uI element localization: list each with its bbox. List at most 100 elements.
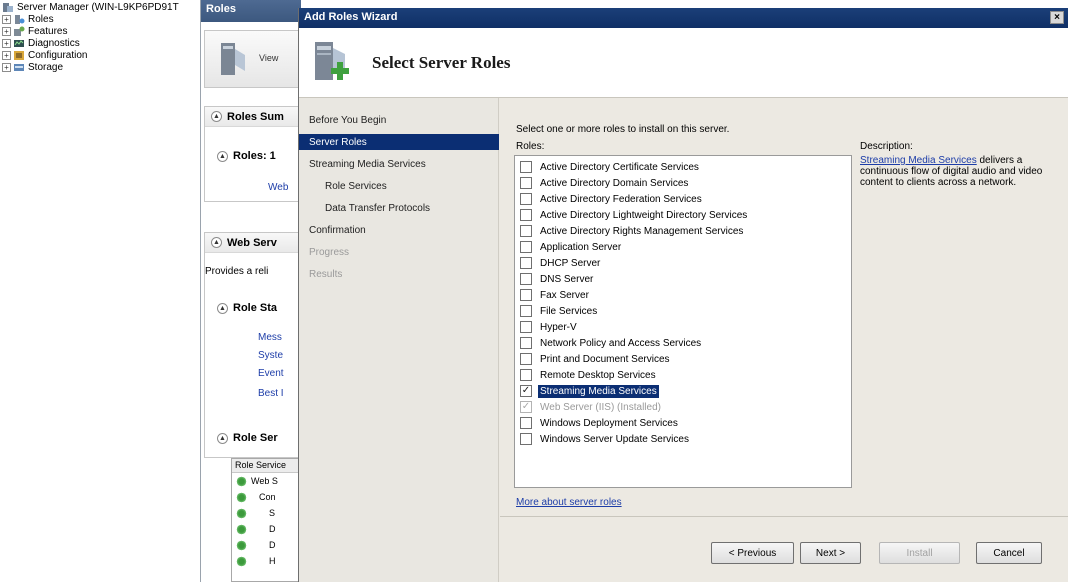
- role-ad-federation-services[interactable]: Active Directory Federation Services: [520, 191, 704, 207]
- role-label: DNS Server: [540, 273, 594, 285]
- features-icon: [14, 26, 25, 36]
- expand-icon[interactable]: +: [2, 14, 11, 24]
- checkbox[interactable]: [520, 241, 532, 253]
- description-link[interactable]: Streaming Media Services: [860, 155, 977, 166]
- role-dns-server[interactable]: DNS Server: [520, 271, 595, 287]
- status-link-events[interactable]: Event: [258, 368, 284, 379]
- role-services-header[interactable]: ▲ Role Ser: [211, 428, 301, 448]
- step-role-services[interactable]: Role Services: [325, 178, 499, 194]
- role-label: Windows Server Update Services: [540, 433, 689, 445]
- checkbox[interactable]: [520, 305, 532, 317]
- tree-item-diagnostics[interactable]: + Diagnostics: [2, 37, 80, 49]
- more-about-server-roles-link[interactable]: More about server roles: [516, 497, 622, 508]
- role-label: Streaming Media Services: [538, 384, 659, 398]
- checkbox[interactable]: [520, 225, 532, 237]
- checkbox[interactable]: [520, 161, 532, 173]
- step-data-transfer-protocols[interactable]: Data Transfer Protocols: [325, 200, 499, 216]
- roles-count-header[interactable]: ▲ Roles: 1: [211, 146, 301, 166]
- roles-icon: [15, 14, 25, 24]
- web-server-label: Web Serv: [227, 236, 277, 249]
- checkbox[interactable]: [520, 177, 532, 189]
- role-print-document-services[interactable]: Print and Document Services: [520, 351, 672, 367]
- role-label: Active Directory Certificate Services: [540, 161, 699, 173]
- checkbox-checked-disabled: ✓: [520, 401, 532, 413]
- collapse-icon[interactable]: ▲: [217, 432, 228, 444]
- grid-cell: H: [269, 556, 276, 566]
- collapse-icon[interactable]: ▲: [217, 150, 228, 162]
- grid-cell: Web S: [251, 476, 278, 486]
- expand-icon[interactable]: +: [2, 38, 11, 48]
- role-streaming-media-services[interactable]: ✓ Streaming Media Services: [520, 383, 659, 399]
- checkbox[interactable]: [520, 321, 532, 333]
- table-row[interactable]: D: [232, 521, 300, 537]
- role-ad-lightweight-directory-services[interactable]: Active Directory Lightweight Directory S…: [520, 207, 749, 223]
- wizard-title-bar[interactable]: Add Roles Wizard: [299, 8, 1068, 28]
- step-progress: Progress: [309, 246, 350, 258]
- step-server-roles[interactable]: Server Roles: [299, 134, 499, 150]
- checkbox[interactable]: [520, 273, 532, 285]
- checkbox[interactable]: [520, 417, 532, 429]
- checkbox[interactable]: [520, 257, 532, 269]
- installed-icon: [236, 475, 247, 487]
- wizard-title: Add Roles Wizard: [304, 11, 398, 23]
- expand-icon[interactable]: +: [2, 26, 11, 36]
- web-server-header[interactable]: ▲ Web Serv: [205, 233, 300, 253]
- status-link-system[interactable]: Syste: [258, 350, 283, 361]
- status-link-best-practices[interactable]: Best I: [258, 388, 284, 399]
- checkbox[interactable]: [520, 353, 532, 365]
- next-button[interactable]: Next >: [800, 542, 861, 564]
- table-row[interactable]: Con: [232, 489, 300, 505]
- role-ad-certificate-services[interactable]: Active Directory Certificate Services: [520, 159, 701, 175]
- table-row[interactable]: S: [232, 505, 300, 521]
- role-status-header[interactable]: ▲ Role Sta: [211, 298, 301, 318]
- table-row[interactable]: D: [232, 537, 300, 553]
- role-windows-deployment-services[interactable]: Windows Deployment Services: [520, 415, 680, 431]
- expand-icon[interactable]: +: [2, 62, 11, 72]
- checkbox[interactable]: [520, 289, 532, 301]
- table-row[interactable]: Web S: [232, 473, 300, 489]
- role-file-services[interactable]: File Services: [520, 303, 599, 319]
- checkbox-checked[interactable]: ✓: [520, 385, 532, 397]
- grid-cell: D: [269, 524, 276, 534]
- table-row[interactable]: H: [232, 553, 300, 569]
- checkbox[interactable]: [520, 337, 532, 349]
- step-results: Results: [309, 268, 343, 280]
- page-title: Select Server Roles: [372, 53, 511, 72]
- checkbox[interactable]: [520, 369, 532, 381]
- add-roles-wizard: Add Roles Wizard × Select Server Roles B…: [298, 8, 1068, 582]
- role-hyper-v[interactable]: Hyper-V: [520, 319, 579, 335]
- close-icon[interactable]: ×: [1050, 11, 1064, 24]
- role-dhcp-server[interactable]: DHCP Server: [520, 255, 602, 271]
- collapse-icon[interactable]: ▲: [211, 237, 222, 248]
- role-fax-server[interactable]: Fax Server: [520, 287, 591, 303]
- role-windows-server-update-services[interactable]: Windows Server Update Services: [520, 431, 691, 447]
- configuration-icon: [14, 50, 24, 60]
- checkbox[interactable]: [520, 193, 532, 205]
- role-ad-rights-management-services[interactable]: Active Directory Rights Management Servi…: [520, 223, 745, 239]
- checkbox[interactable]: [520, 433, 532, 445]
- tree-item-label: Storage: [28, 61, 64, 73]
- step-streaming-media-services[interactable]: Streaming Media Services: [309, 156, 499, 172]
- checkbox[interactable]: [520, 209, 532, 221]
- step-confirmation[interactable]: Confirmation: [309, 222, 499, 238]
- cancel-button[interactable]: Cancel: [976, 542, 1042, 564]
- collapse-icon[interactable]: ▲: [217, 302, 228, 314]
- roles-summary-header[interactable]: ▲ Roles Sum: [205, 107, 300, 127]
- role-application-server[interactable]: Application Server: [520, 239, 623, 255]
- expand-icon[interactable]: +: [2, 50, 11, 60]
- role-ad-domain-services[interactable]: Active Directory Domain Services: [520, 175, 690, 191]
- role-label: DHCP Server: [540, 257, 601, 269]
- step-before-you-begin[interactable]: Before You Begin: [309, 112, 499, 128]
- tree-item-roles[interactable]: + Roles: [2, 13, 54, 25]
- roles-pane: Roles View ▲ Roles Sum ▲ Roles: 1 Web ▲ …: [200, 0, 301, 582]
- tree-item-storage[interactable]: + Storage: [2, 61, 63, 73]
- collapse-icon[interactable]: ▲: [211, 111, 222, 122]
- web-server-link[interactable]: Web: [268, 182, 288, 193]
- tree-item-features[interactable]: + Features: [2, 25, 67, 37]
- role-network-policy-access-services[interactable]: Network Policy and Access Services: [520, 335, 703, 351]
- previous-button[interactable]: < Previous: [711, 542, 794, 564]
- role-remote-desktop-services[interactable]: Remote Desktop Services: [520, 367, 658, 383]
- status-link-messages[interactable]: Mess: [258, 332, 282, 343]
- tree-root-server-manager[interactable]: Server Manager (WIN-L9KP6PD91T: [2, 1, 179, 13]
- tree-item-configuration[interactable]: + Configuration: [2, 49, 87, 61]
